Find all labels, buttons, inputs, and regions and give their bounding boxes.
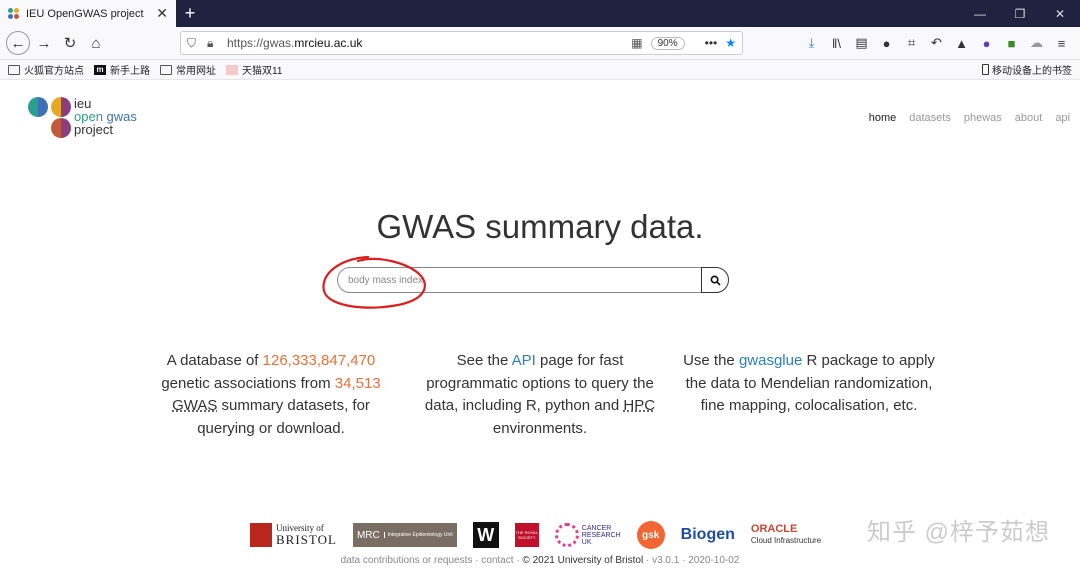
zoom-level[interactable]: 90% [650,36,685,50]
library-icon[interactable]: ‖\ [824,36,849,51]
browser-tab[interactable]: IEU OpenGWAS project ✕ [0,0,176,27]
associations-count: 126,333,847,470 [262,352,376,369]
bookmarks-bar: 火狐官方站点 m 新手上路 常用网址 天猫双11 移动设备上的书签 [0,60,1080,80]
page-footer: data contributions or requests · contact… [340,555,740,566]
footer-copyright: © 2021 University of Bristol [522,555,644,566]
footer-contributions-link[interactable]: data contributions or requests [341,555,473,566]
toolbar-icons: ⤓ ‖\ ▤ ● ⌗ ↶ ▲ ● ■ ☁ ≡ [799,35,1074,51]
bookmark-tmall[interactable]: 天猫双11 [226,62,282,77]
window-controls: — ❐ ✕ [960,0,1080,27]
nav-home[interactable]: home [869,112,897,124]
datasets-count: 34,513 [334,374,381,392]
url-text[interactable]: https://gwas.mrcieu.ac.uk [227,36,631,50]
search-bar [337,267,729,293]
search-icon [710,275,721,286]
restore-icon[interactable]: ❐ [1000,0,1040,27]
download-icon[interactable]: ⤓ [799,35,824,51]
home-button[interactable]: ⌂ [84,31,108,55]
site-favicon-icon [8,7,20,20]
gsk-logo[interactable]: gsk [636,521,665,549]
university-of-bristol-logo[interactable]: University of BRISTOL [250,523,337,547]
forward-button[interactable]: → [32,31,56,55]
biogen-logo[interactable]: Biogen [681,526,735,544]
bookmark-star-icon[interactable]: ★ [725,36,736,50]
bristol-crest-icon [250,523,272,547]
gwasglue-link[interactable]: gwasglue [739,352,802,369]
browser-nav-bar: ← → ↻ ⌂ ⛉ 🔒︎ https://gwas.mrcieu.ac.uk ▦… [0,27,1080,60]
sidebar-icon[interactable]: ▤ [849,35,874,51]
minimize-icon[interactable]: — [960,0,1000,27]
lock-icon[interactable]: 🔒︎ [207,36,223,51]
site-logo[interactable]: ieu open gwas project [28,97,137,139]
browser-tab-bar: IEU OpenGWAS project ✕ + — ❐ ✕ [0,0,1080,27]
api-link[interactable]: API [512,352,536,369]
back-button[interactable]: ← [6,31,30,55]
logo-text: ieu open gwas project [74,96,137,137]
qr-code-icon[interactable]: ▦ [631,36,642,50]
cloud-extension-icon[interactable]: ☁ [1024,35,1049,51]
bookmark-getting-started[interactable]: m 新手上路 [94,62,150,77]
nav-phewas[interactable]: phewas [964,112,1002,124]
address-bar[interactable]: ⛉ 🔒︎ https://gwas.mrcieu.ac.uk ▦ 90% •••… [180,31,743,55]
m-logo-icon: m [94,64,106,75]
folder-icon [160,64,172,75]
tab-title: IEU OpenGWAS project [26,7,144,20]
translate-extension-icon[interactable]: ● [974,36,999,51]
bookmark-common-sites[interactable]: 常用网址 [160,62,216,77]
royal-society-logo[interactable]: THE ROYAL SOCIETY [514,523,539,547]
nav-about[interactable]: about [1015,112,1043,124]
window-close-icon[interactable]: ✕ [1040,0,1080,27]
footer-version: v3.0.1 · 2020-10-02 [652,555,740,566]
nav-datasets[interactable]: datasets [909,112,951,124]
logo-circles-icon [28,97,74,139]
site-nav: home datasets phewas about api [856,112,1070,124]
sponsor-logos: University of BRISTOL MRC Integrative Epid… [250,520,837,550]
tab-close-icon[interactable]: ✕ [156,5,168,22]
menu-icon[interactable]: ≡ [1049,36,1074,51]
cancer-research-uk-logo[interactable]: CANCER RESEARCH UK [554,523,621,547]
tmall-icon [226,64,238,75]
feature-gwasglue: Use the gwasglue R package to apply the … [683,352,935,414]
footer-contact-link[interactable]: contact [481,555,513,566]
account-icon[interactable]: ● [874,36,899,51]
wf-extension-icon[interactable]: ■ [999,36,1024,51]
new-tab-button[interactable]: + [176,0,204,27]
mobile-bookmarks[interactable]: 移动设备上的书签 [982,62,1072,77]
shield-icon[interactable]: ⛉ [187,36,203,51]
wellcome-logo[interactable]: W [472,522,499,548]
screenshot-icon[interactable]: ⌗ [899,35,924,51]
reload-button[interactable]: ↻ [58,31,82,55]
search-input[interactable] [337,267,701,293]
page-actions-icon[interactable]: ••• [705,36,718,50]
feature-api: See the API page for fast programmatic o… [424,352,656,437]
undo-icon[interactable]: ↶ [924,35,949,51]
bookmark-firefox-official[interactable]: 火狐官方站点 [8,62,84,77]
hero-title: GWAS summary data. [376,208,704,245]
mrc-ieu-logo[interactable]: MRC Integrative Epidemiology Unit [352,523,457,547]
feature-database: A database of 126,333,847,470 genetic as… [161,352,381,437]
zhihu-watermark: 知乎 @梓予茹想 [866,519,1050,546]
phone-icon [982,64,989,75]
page-content: ieu open gwas project home datasets phew… [0,80,1080,571]
oracle-logo[interactable]: ORACLE Cloud Infrastructure [751,524,821,546]
extension-icon[interactable]: ▲ [949,36,974,51]
cruk-ring-icon [554,523,579,547]
search-button[interactable] [701,267,729,293]
folder-icon [8,64,20,75]
nav-api[interactable]: api [1055,112,1070,124]
